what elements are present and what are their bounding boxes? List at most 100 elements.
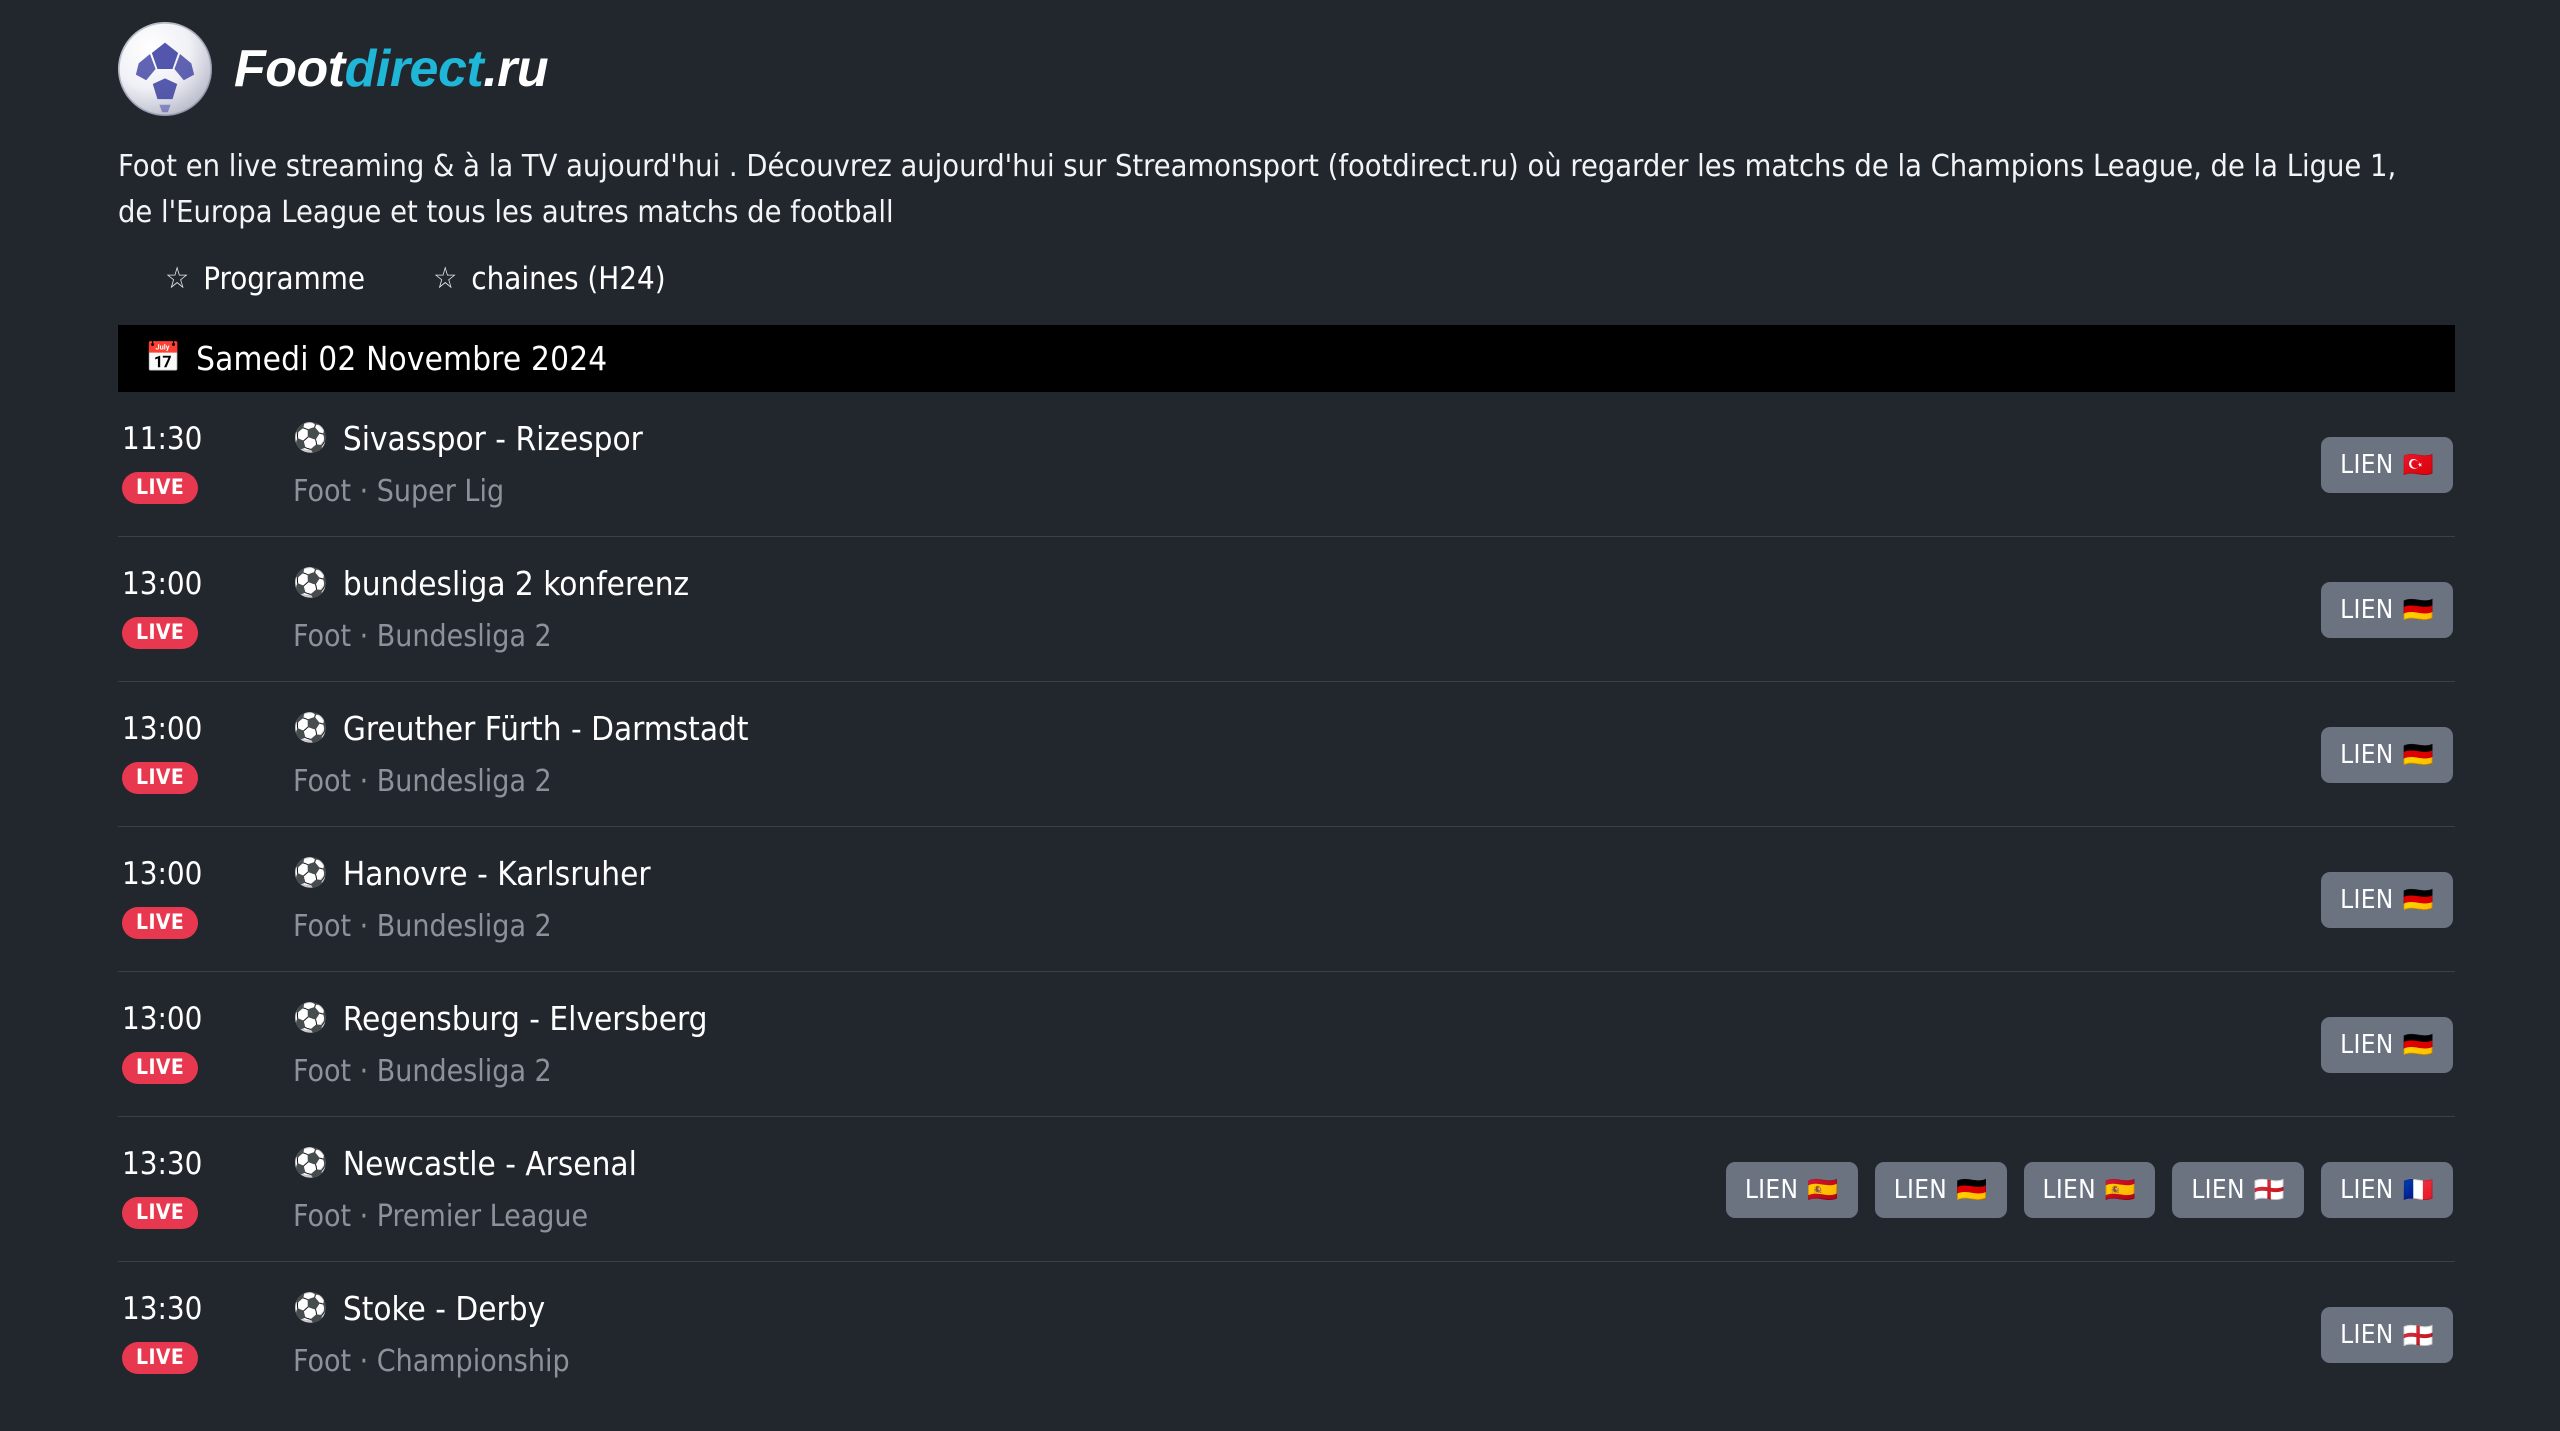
match-links-column: LIEN 🇹🇷 [2321,436,2455,493]
link-button[interactable]: LIEN 🏴󠁧󠁢󠁥󠁮󠁧󠁿 [2172,1161,2305,1218]
link-button-label: LIEN [2042,1174,2096,1205]
match-row: 13:00 LIVE ⚽ Regensburg - Elversberg Foot · … [118,972,2455,1117]
status-badge: LIVE [122,1051,199,1084]
match-time: 13:00 [122,855,203,892]
link-button-label: LIEN [2340,449,2394,480]
link-button[interactable]: LIEN 🇩🇪 [2321,726,2453,783]
page-root: Footdirect.ru Foot en live streaming & à… [0,0,2560,1407]
site-description: Foot en live streaming & à la TV aujourd… [118,149,2397,231]
match-title[interactable]: ⚽ bundesliga 2 konferenz [293,567,2321,600]
match-info-column: ⚽ Stoke - Derby Foot · Championship [293,1262,2321,1377]
calendar-icon: 📅 [145,341,182,374]
match-title[interactable]: ⚽ Newcastle - Arsenal [293,1147,1726,1180]
spain-flag-icon: 🇪🇸 [2104,1175,2137,1205]
status-badge: LIVE [122,1341,199,1374]
match-info-column: ⚽ Regensburg - Elversberg Foot · Bundeslig… [293,972,2321,1087]
status-badge: LIVE [122,616,199,649]
soccer-ball-logo [118,22,212,116]
status-badge: LIVE [122,906,199,939]
match-title[interactable]: ⚽ Hanovre - Karlsruher [293,857,2321,890]
england-flag-icon: 🏴󠁧󠁢󠁥󠁮󠁧󠁿 [2402,1320,2434,1350]
match-title[interactable]: ⚽ Regensburg - Elversberg [293,1002,2321,1035]
main-nav: ☆ Programme ☆ chaines (H24) [105,261,2455,297]
link-button-label: LIEN [2340,1320,2394,1351]
star-outline-icon: ☆ [433,260,458,296]
link-button[interactable]: LIEN 🏴󠁧󠁢󠁥󠁮󠁧󠁿 [2321,1307,2453,1364]
brand-part-1: Foot [234,40,345,98]
france-flag-icon: 🇫🇷 [2402,1175,2434,1205]
match-meta: Foot · Bundesliga 2 [293,618,552,654]
site-title[interactable]: Footdirect.ru [234,40,549,98]
link-button-label: LIEN [2191,1174,2245,1205]
germany-flag-icon: 🇩🇪 [1956,1175,1988,1205]
link-button-label: LIEN [2340,1029,2394,1060]
match-row: 13:30 LIVE ⚽ Stoke - Derby Foot · Championsh… [118,1262,2455,1407]
link-button[interactable]: LIEN 🇫🇷 [2321,1161,2453,1218]
turkey-flag-icon: 🇹🇷 [2402,450,2434,480]
match-info-column: ⚽ Sivasspor - Rizespor Foot · Super Lig [293,392,2321,507]
match-meta: Foot · Bundesliga 2 [293,1053,552,1089]
link-button-label: LIEN [1744,1174,1799,1205]
match-title[interactable]: ⚽ Sivasspor - Rizespor [293,422,2321,455]
soccer-ball-icon: ⚽ [293,421,328,455]
match-row: 13:00 LIVE ⚽ Hanovre - Karlsruher Foot · Bun… [118,827,2455,972]
match-title-label: Greuther Fürth - Darmstadt [342,708,749,748]
match-title-label: Newcastle - Arsenal [342,1143,637,1183]
match-time: 13:00 [122,710,203,747]
link-button[interactable]: LIEN 🇩🇪 [2321,581,2453,638]
match-row: 13:00 LIVE ⚽ bundesliga 2 konferenz Foot · B… [118,537,2455,682]
link-button[interactable]: LIEN 🇹🇷 [2321,436,2453,493]
status-badge: LIVE [122,761,199,794]
match-time: 13:00 [122,1000,203,1037]
link-button[interactable]: LIEN 🇪🇸 [2023,1161,2156,1218]
soccer-ball-icon: ⚽ [293,856,328,890]
match-time: 13:00 [122,565,203,602]
match-time: 11:30 [122,420,203,457]
spain-flag-icon: 🇪🇸 [1807,1175,1839,1205]
match-title[interactable]: ⚽ Stoke - Derby [293,1292,2321,1325]
match-meta: Foot · Championship [293,1343,570,1379]
match-meta: Foot · Super Lig [293,473,505,509]
nav-item-chaines-label: chaines (H24) [471,260,666,297]
nav-item-programme[interactable]: ☆ Programme [165,261,365,297]
status-badge: LIVE [122,471,199,504]
germany-flag-icon: 🇩🇪 [2402,595,2434,625]
match-meta: Foot · Premier League [293,1198,589,1234]
date-banner-label: Samedi 02 Novembre 2024 [196,338,608,378]
link-button[interactable]: LIEN 🇩🇪 [1874,1161,2007,1218]
match-meta: Foot · Bundesliga 2 [293,908,552,944]
match-row: 13:30 LIVE ⚽ Newcastle - Arsenal Foot · Prem… [118,1117,2455,1262]
match-time: 13:30 [122,1290,203,1327]
link-button[interactable]: LIEN 🇩🇪 [2321,1016,2453,1073]
link-button-label: LIEN [2340,594,2394,625]
soccer-ball-icon: ⚽ [293,1291,328,1325]
date-banner: 📅 Samedi 02 Novembre 2024 [118,324,2455,392]
link-button-label: LIEN [2340,884,2394,915]
brand-part-3: .ru [483,40,549,98]
star-outline-icon: ☆ [165,260,190,296]
match-links-column: LIEN 🇪🇸 LIEN 🇩🇪 LIEN 🇪🇸 LIEN 🏴󠁧󠁢󠁥󠁮󠁧󠁿 LIEN 🇫🇷 [1725,1161,2455,1218]
match-time: 13:30 [122,1145,203,1182]
match-meta: Foot · Bundesliga 2 [293,763,552,799]
match-info-column: ⚽ Newcastle - Arsenal Foot · Premier Leagu… [293,1117,1726,1232]
nav-item-chaines[interactable]: ☆ chaines (H24) [433,261,666,297]
brand-part-2: direct [344,40,484,98]
match-info-column: ⚽ bundesliga 2 konferenz Foot · Bundesliga… [293,537,2321,652]
soccer-ball-icon: ⚽ [293,566,328,600]
match-time-column: 13:00 LIVE [118,972,293,1084]
match-links-column: LIEN 🇩🇪 [2321,581,2455,638]
match-title-label: Regensburg - Elversberg [342,998,708,1038]
match-row: 11:30 LIVE ⚽ Sivasspor - Rizespor Foot · Sup… [118,392,2455,537]
link-button-label: LIEN [1893,1174,1948,1205]
germany-flag-icon: 🇩🇪 [2402,885,2434,915]
match-links-column: LIEN 🏴󠁧󠁢󠁥󠁮󠁧󠁿 [2321,1307,2455,1364]
nav-item-programme-label: Programme [203,260,366,297]
link-button[interactable]: LIEN 🇩🇪 [2321,871,2453,928]
match-title-label: Stoke - Derby [342,1288,546,1328]
match-title-label: Sivasspor - Rizespor [342,418,643,458]
status-badge: LIVE [122,1196,199,1229]
match-title[interactable]: ⚽ Greuther Fürth - Darmstadt [293,712,2321,745]
match-title-label: Hanovre - Karlsruher [342,853,651,893]
link-button[interactable]: LIEN 🇪🇸 [1725,1161,1858,1218]
site-header: Footdirect.ru [105,0,2455,116]
